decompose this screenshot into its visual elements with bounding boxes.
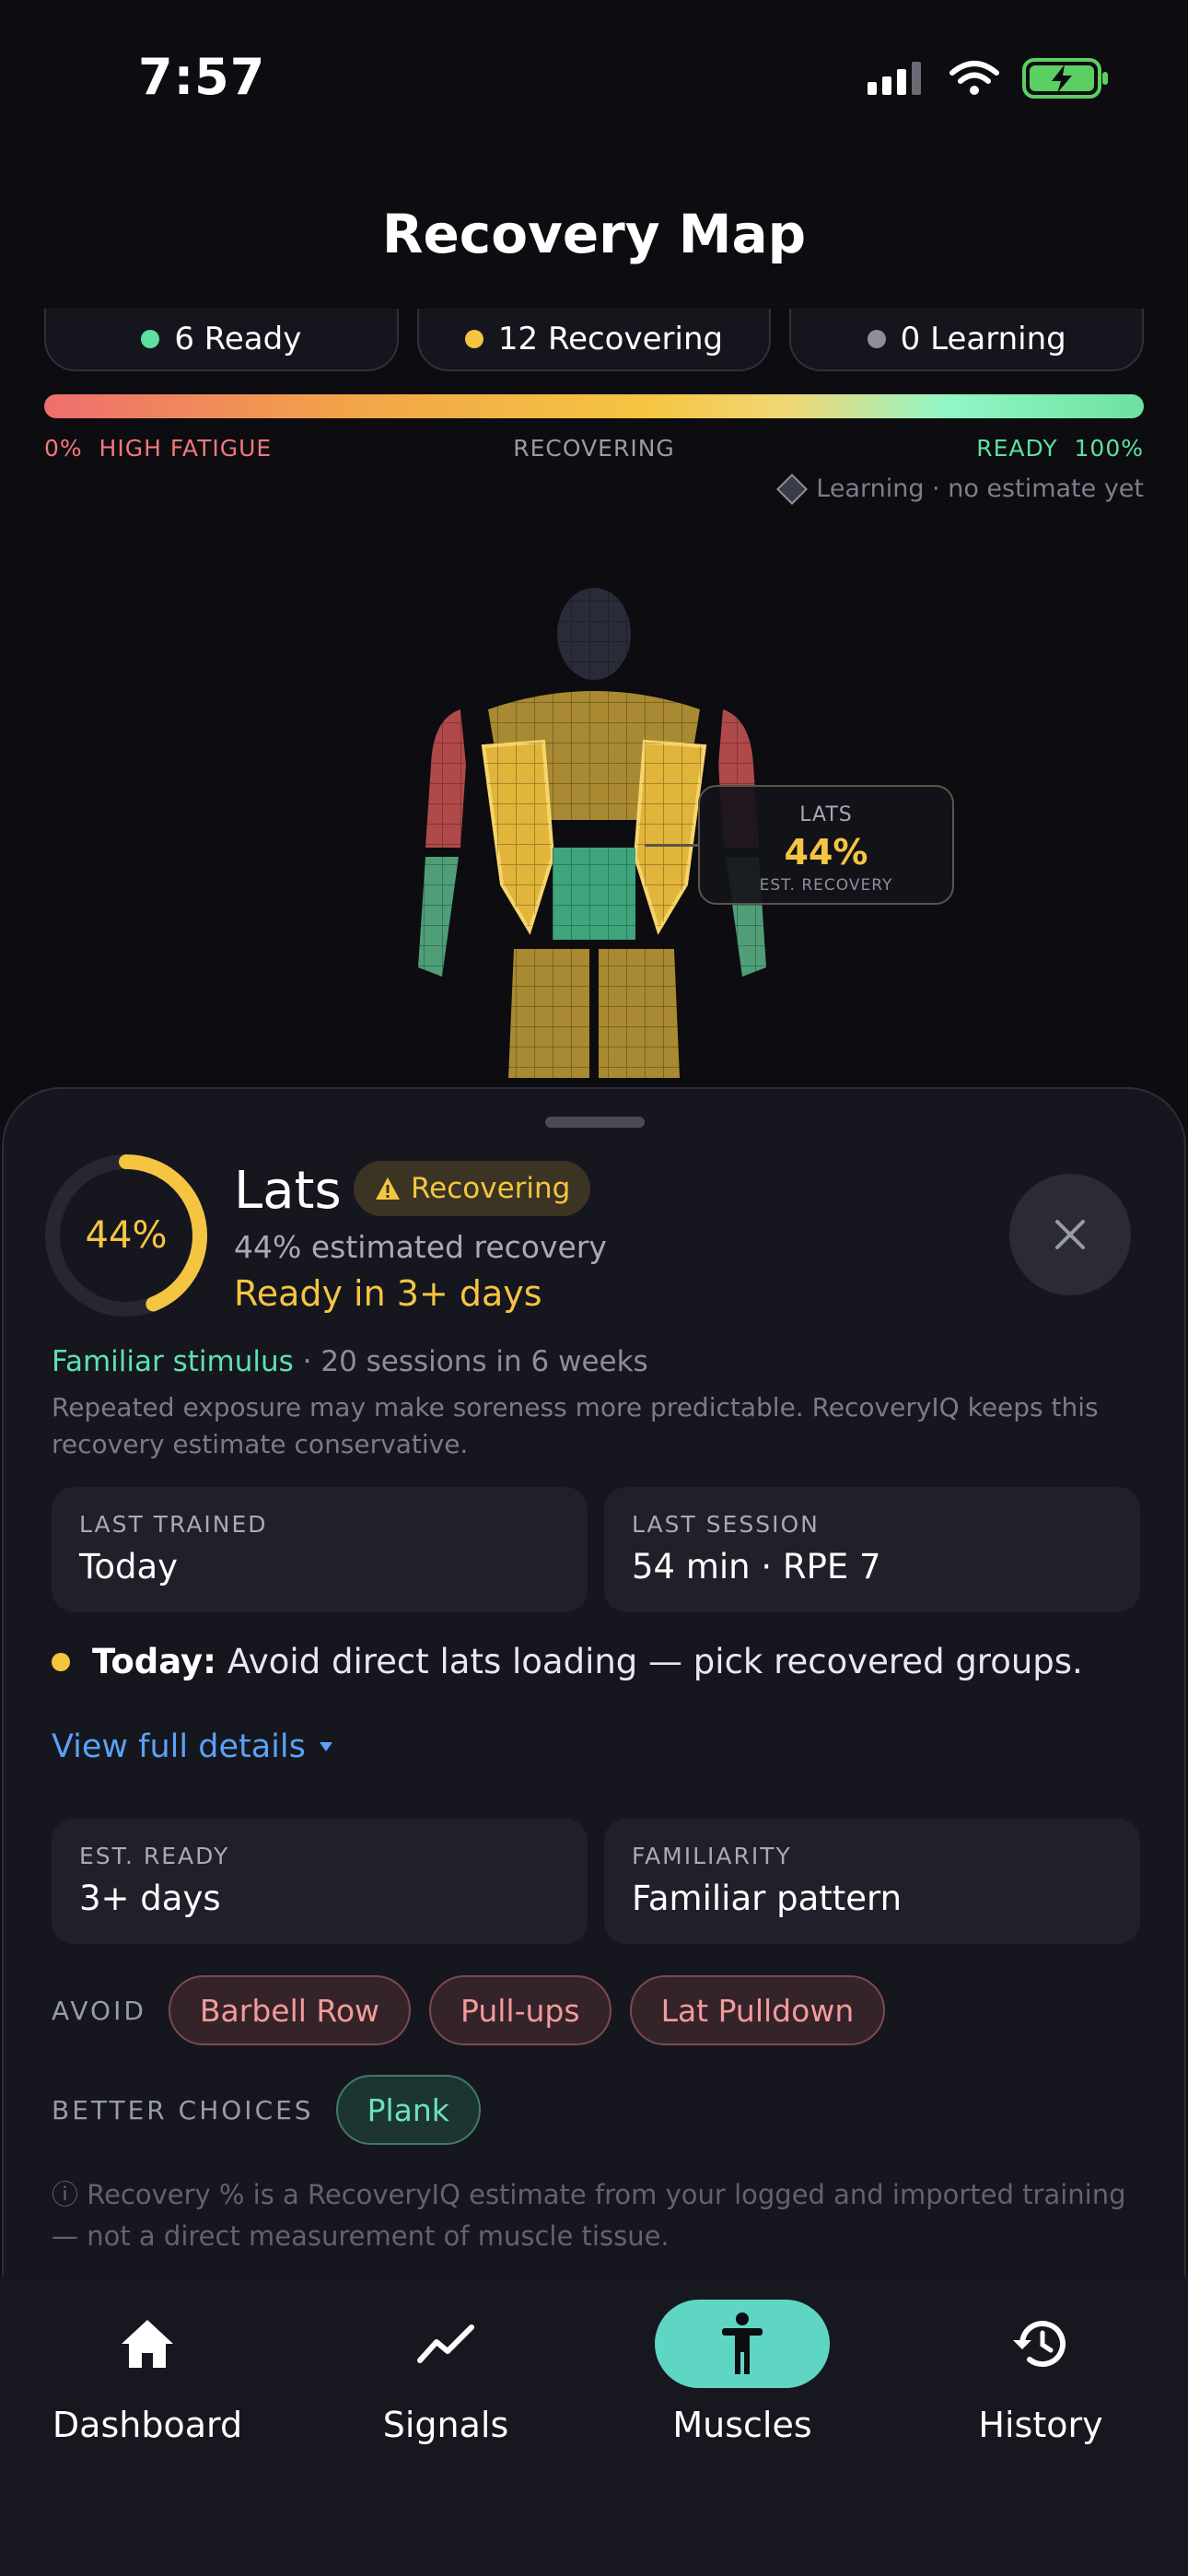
left-arm-region[interactable] bbox=[418, 709, 466, 977]
chevron-down-icon bbox=[319, 1742, 332, 1751]
muscle-name: Lats bbox=[234, 1161, 342, 1221]
tab-muscles-label: Muscles bbox=[672, 2405, 812, 2445]
ready-chip[interactable]: 6 Ready bbox=[44, 309, 399, 371]
estimated-recovery-line: 44% estimated recovery bbox=[234, 1229, 607, 1265]
page-title: Recovery Map bbox=[381, 203, 807, 265]
learning-dot bbox=[867, 330, 886, 348]
recovery-ring-label: 44% bbox=[85, 1214, 168, 1257]
status-badge-label: Recovering bbox=[411, 1172, 571, 1205]
cellular-signal-icon bbox=[868, 62, 921, 95]
est-ready-value: 3+ days bbox=[79, 1879, 221, 1918]
avoid-tag[interactable]: Barbell Row bbox=[168, 1975, 412, 2045]
last-trained-key: LAST TRAINED bbox=[79, 1511, 268, 1538]
tab-signals[interactable]: Signals bbox=[308, 2300, 584, 2445]
close-button[interactable] bbox=[1009, 1174, 1131, 1295]
gradient-legend: RECOVERING 0% HIGH FATIGUE READY 100% bbox=[44, 435, 1144, 468]
tab-history[interactable]: History bbox=[903, 2300, 1179, 2445]
battery-icon bbox=[1022, 58, 1108, 99]
diamond-icon bbox=[776, 473, 809, 505]
stimulus-description: Repeated exposure may make soreness more… bbox=[52, 1392, 1099, 1459]
tab-muscles[interactable]: Muscles bbox=[604, 2300, 880, 2445]
avoid-row: AVOID Barbell Row Pull-ups Lat Pulldown bbox=[52, 1975, 886, 2045]
est-ready-key: EST. READY bbox=[79, 1843, 230, 1869]
tab-dashboard-icon-wrap bbox=[60, 2300, 235, 2388]
stimulus-line: Familiar stimulus · 20 sessions in 6 wee… bbox=[52, 1345, 648, 1378]
ready-chip-label: 6 Ready bbox=[174, 321, 302, 357]
tab-history-icon-wrap bbox=[953, 2300, 1128, 2388]
wifi-icon bbox=[949, 61, 999, 95]
avoid-tag[interactable]: Pull-ups bbox=[429, 1975, 611, 2045]
sheet-grabber[interactable] bbox=[545, 1117, 645, 1128]
ready-dot bbox=[141, 330, 160, 348]
home-icon bbox=[122, 2320, 173, 2368]
tab-dashboard-label: Dashboard bbox=[52, 2405, 243, 2445]
recovery-gradient-bar bbox=[44, 394, 1144, 418]
tooltip-connector bbox=[645, 844, 700, 847]
tab-signals-label: Signals bbox=[382, 2405, 509, 2445]
history-icon bbox=[1013, 2321, 1066, 2368]
lower-back-region[interactable] bbox=[553, 848, 635, 940]
last-session-card: LAST SESSION 54 min · RPE 7 bbox=[604, 1487, 1140, 1612]
recovering-chip-label: 12 Recovering bbox=[497, 321, 724, 357]
familiarity-card: FAMILIARITY Familiar pattern bbox=[604, 1819, 1140, 1944]
head-region[interactable] bbox=[557, 588, 631, 680]
today-text: Avoid direct lats loading — pick recover… bbox=[227, 1642, 1083, 1681]
today-bold: Today: bbox=[92, 1642, 216, 1681]
tooltip-label: LATS bbox=[799, 803, 853, 826]
summary-chips: 6 Ready 12 Recovering 0 Learning bbox=[44, 309, 1145, 371]
ready-in-line: Ready in 3+ days bbox=[234, 1273, 542, 1314]
better-choice-tag[interactable]: Plank bbox=[335, 2075, 481, 2145]
glutes-region[interactable] bbox=[508, 949, 680, 1078]
status-bar: 7:57 bbox=[0, 0, 1188, 157]
learning-note-text: Learning · no estimate yet bbox=[816, 474, 1144, 503]
avoid-tag[interactable]: Lat Pulldown bbox=[629, 1975, 886, 2045]
muscle-tooltip: LATS 44% EST. RECOVERY bbox=[698, 785, 954, 905]
last-session-value: 54 min · RPE 7 bbox=[632, 1547, 881, 1587]
stimulus-detail: · 20 sessions in 6 weeks bbox=[293, 1345, 648, 1378]
recovering-chip[interactable]: 12 Recovering bbox=[416, 309, 772, 371]
trend-icon bbox=[417, 2324, 474, 2363]
today-advice: Today: Avoid direct lats loading — pick … bbox=[52, 1642, 1083, 1681]
last-trained-value: Today bbox=[79, 1547, 179, 1587]
legend-left: 0% HIGH FATIGUE bbox=[44, 435, 273, 462]
learning-chip[interactable]: 0 Learning bbox=[789, 309, 1145, 371]
recovering-dot bbox=[464, 330, 483, 348]
tab-history-label: History bbox=[978, 2405, 1103, 2445]
close-icon bbox=[1055, 1220, 1085, 1249]
learning-chip-label: 0 Learning bbox=[900, 321, 1066, 357]
tooltip-sub: EST. RECOVERY bbox=[759, 876, 893, 895]
last-trained-card: LAST TRAINED Today bbox=[52, 1487, 588, 1612]
person-icon bbox=[722, 2313, 763, 2374]
tab-bar: Dashboard Signals Muscles History bbox=[0, 2276, 1188, 2576]
stimulus-label: Familiar stimulus bbox=[52, 1345, 294, 1378]
avoid-label: AVOID bbox=[52, 1995, 146, 2026]
disclaimer: ⓘ Recovery % is a RecoveryIQ estimate fr… bbox=[52, 2179, 1126, 2252]
legend-right: READY 100% bbox=[976, 435, 1144, 462]
status-badge: Recovering bbox=[354, 1161, 591, 1216]
est-ready-card: EST. READY 3+ days bbox=[52, 1819, 588, 1944]
view-full-details-link[interactable]: View full details bbox=[52, 1728, 333, 1765]
better-choices-row: BETTER CHOICES Plank bbox=[52, 2075, 481, 2145]
tab-muscles-icon-wrap bbox=[655, 2300, 830, 2388]
last-session-key: LAST SESSION bbox=[632, 1511, 820, 1538]
status-time: 7:57 bbox=[138, 48, 266, 106]
today-dot bbox=[52, 1652, 70, 1671]
better-choices-label: BETTER CHOICES bbox=[52, 2094, 314, 2125]
familiarity-key: FAMILIARITY bbox=[632, 1843, 792, 1869]
view-details-label: View full details bbox=[52, 1728, 306, 1765]
familiarity-value: Familiar pattern bbox=[632, 1879, 903, 1918]
tab-dashboard[interactable]: Dashboard bbox=[9, 2300, 285, 2445]
status-icons bbox=[868, 57, 1111, 100]
warning-icon bbox=[376, 1177, 400, 1200]
learning-note: Learning · no estimate yet bbox=[776, 473, 1144, 505]
tooltip-value: 44% bbox=[784, 832, 868, 872]
tab-signals-icon-wrap bbox=[358, 2300, 533, 2388]
